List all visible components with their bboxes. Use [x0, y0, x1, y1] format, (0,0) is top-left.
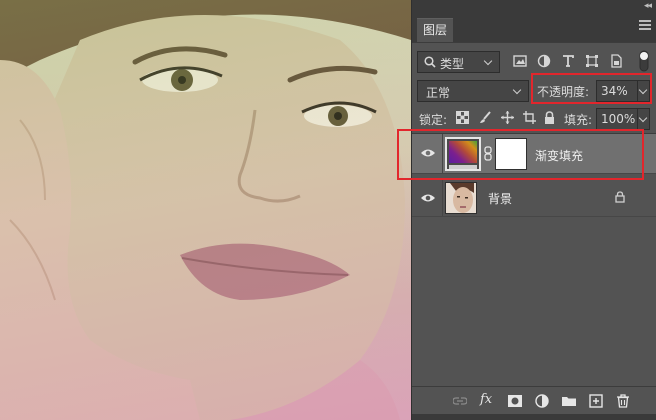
divider	[412, 42, 656, 43]
background-thumbnail[interactable]	[445, 182, 477, 214]
opacity-input[interactable]: 34%	[596, 80, 638, 102]
layer-row-background[interactable]: 背景	[412, 179, 656, 217]
panel-menu-icon[interactable]	[639, 20, 651, 30]
layer-name[interactable]: 渐变填充	[535, 147, 583, 164]
fill-label: 填充:	[564, 113, 593, 127]
filter-smart-object-icon[interactable]	[609, 54, 623, 68]
new-layer-icon[interactable]	[589, 394, 603, 408]
blend-mode-select[interactable]: 正常	[417, 80, 529, 102]
filter-pixel-icon[interactable]	[513, 54, 527, 68]
layer-row-gradient-fill[interactable]: 渐变填充	[412, 134, 656, 174]
opacity-value: 34%	[601, 84, 628, 98]
lock-label: 锁定:	[419, 113, 448, 127]
fill-input[interactable]: 100%	[596, 108, 638, 130]
filter-kind-label: 类型	[440, 57, 465, 71]
filter-shape-icon[interactable]	[585, 54, 599, 68]
divider	[442, 179, 443, 216]
filter-toggle-switch[interactable]	[637, 50, 651, 72]
collapse-panels-icon[interactable]: ◂◂	[644, 1, 652, 11]
panel-header-strip: ◂◂	[412, 0, 656, 14]
new-adjustment-layer-icon[interactable]	[535, 394, 549, 408]
lock-artboard-icon[interactable]	[523, 111, 536, 124]
lock-transparent-pixels-icon[interactable]	[456, 111, 469, 124]
chevron-down-icon	[512, 85, 522, 95]
blend-mode-label: 正常	[426, 86, 451, 100]
filter-adjustment-icon[interactable]	[537, 54, 551, 68]
gradient-fill-overlay	[0, 0, 411, 420]
layer-mask-thumbnail[interactable]	[495, 138, 527, 170]
fill-value: 100%	[601, 112, 636, 126]
gradient-bar	[449, 165, 477, 169]
opacity-label: 不透明度:	[537, 85, 590, 99]
search-icon	[424, 56, 436, 68]
layer-list: 渐变填充 背景	[412, 134, 656, 384]
filter-kind-select[interactable]: 类型	[417, 51, 500, 73]
new-group-folder-icon[interactable]	[562, 394, 576, 408]
lock-all-icon[interactable]	[543, 111, 556, 124]
panel-tab-bar: 图层	[412, 14, 656, 42]
add-mask-icon[interactable]	[508, 394, 522, 408]
layer-name[interactable]: 背景	[488, 190, 512, 207]
eye-icon[interactable]	[420, 147, 436, 159]
lock-icon[interactable]	[615, 191, 625, 203]
chevron-down-icon	[638, 113, 648, 123]
chevron-down-icon	[638, 85, 648, 95]
resize-strip[interactable]	[412, 414, 656, 420]
portrait-thumbnail-image	[446, 183, 476, 213]
link-layers-icon[interactable]	[453, 394, 467, 408]
divider	[442, 134, 443, 173]
gradient-fill-thumbnail[interactable]	[445, 137, 481, 171]
filter-type-icon[interactable]	[561, 54, 575, 68]
gradient-swatch	[449, 141, 477, 163]
fill-slider-toggle[interactable]	[638, 108, 650, 130]
lock-image-pixels-icon[interactable]	[479, 111, 492, 124]
chain-link-icon[interactable]	[484, 146, 492, 161]
lock-position-icon[interactable]	[501, 111, 514, 124]
chevron-down-icon	[483, 56, 493, 66]
opacity-slider-toggle[interactable]	[638, 80, 650, 102]
fx-icon[interactable]: fx	[480, 392, 500, 407]
layers-panel: ◂◂ 图层 类型 正常 不透明度: 34% 锁定: 填充: 100% 渐变填充 …	[411, 0, 656, 420]
layers-bottom-bar: fx	[412, 386, 656, 414]
eye-icon[interactable]	[420, 192, 436, 204]
tab-layers[interactable]: 图层	[417, 18, 453, 42]
canvas[interactable]	[0, 0, 411, 420]
trash-icon[interactable]	[616, 394, 630, 408]
